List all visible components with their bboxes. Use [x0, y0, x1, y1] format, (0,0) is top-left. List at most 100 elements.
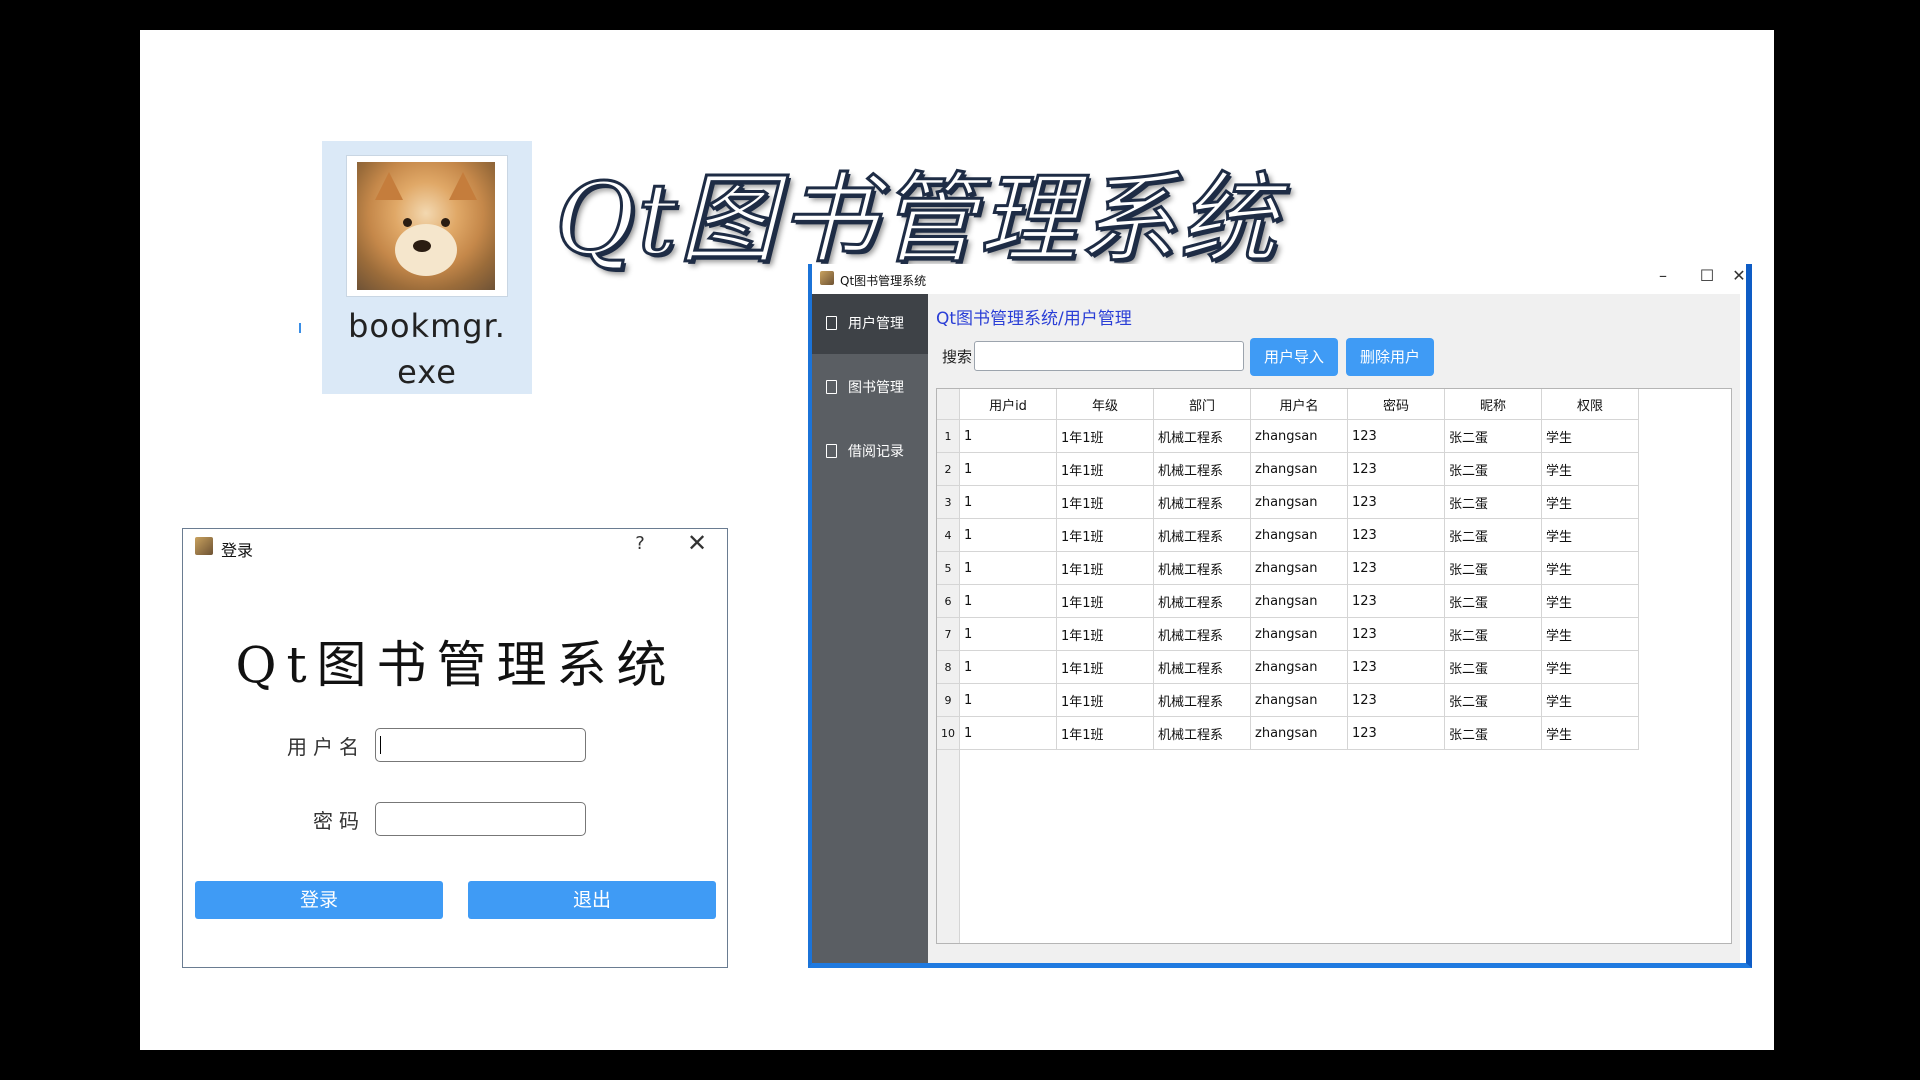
table-cell[interactable]: 张二蛋: [1444, 716, 1542, 750]
table-cell[interactable]: 张二蛋: [1444, 683, 1542, 717]
search-input[interactable]: [974, 341, 1244, 371]
table-cell[interactable]: 张二蛋: [1444, 485, 1542, 519]
table-row[interactable]: 6 1 1年1班 机械工程系 zhangsan 123 张二蛋 学生: [937, 584, 1639, 618]
table-cell[interactable]: 机械工程系: [1153, 584, 1251, 618]
sidebar-item-borrow-records[interactable]: 借阅记录: [812, 422, 928, 482]
table-cell[interactable]: 机械工程系: [1153, 419, 1251, 453]
table-cell[interactable]: 机械工程系: [1153, 617, 1251, 651]
table-cell[interactable]: 张二蛋: [1444, 518, 1542, 552]
table-cell[interactable]: 学生: [1541, 485, 1639, 519]
table-cell[interactable]: 123: [1347, 584, 1445, 618]
table-cell[interactable]: 学生: [1541, 683, 1639, 717]
table-cell[interactable]: 1: [959, 683, 1057, 717]
desktop-exe-icon[interactable]: bookmgr. exe: [322, 141, 532, 394]
table-cell[interactable]: 1年1班: [1056, 716, 1154, 750]
exit-button[interactable]: 退出: [468, 881, 716, 919]
table-cell[interactable]: 学生: [1541, 617, 1639, 651]
table-cell[interactable]: zhangsan: [1250, 683, 1348, 717]
table-cell[interactable]: 张二蛋: [1444, 584, 1542, 618]
table-cell[interactable]: 机械工程系: [1153, 683, 1251, 717]
table-cell[interactable]: 张二蛋: [1444, 650, 1542, 684]
table-cell[interactable]: 123: [1347, 617, 1445, 651]
column-header[interactable]: 昵称: [1444, 389, 1542, 420]
sidebar-item-user-management[interactable]: 用户管理: [812, 294, 928, 354]
table-cell[interactable]: zhangsan: [1250, 650, 1348, 684]
import-users-button[interactable]: 用户导入: [1250, 338, 1338, 376]
table-cell[interactable]: 123: [1347, 485, 1445, 519]
table-cell[interactable]: 123: [1347, 518, 1445, 552]
table-cell[interactable]: zhangsan: [1250, 419, 1348, 453]
table-cell[interactable]: 1: [959, 419, 1057, 453]
table-cell[interactable]: 张二蛋: [1444, 617, 1542, 651]
table-cell[interactable]: zhangsan: [1250, 485, 1348, 519]
table-row[interactable]: 1 1 1年1班 机械工程系 zhangsan 123 张二蛋 学生: [937, 419, 1639, 453]
password-input[interactable]: [375, 802, 586, 836]
table-cell[interactable]: 1年1班: [1056, 452, 1154, 486]
table-cell[interactable]: 1年1班: [1056, 419, 1154, 453]
table-cell[interactable]: 123: [1347, 650, 1445, 684]
table-cell[interactable]: 机械工程系: [1153, 551, 1251, 585]
table-cell[interactable]: 学生: [1541, 650, 1639, 684]
table-cell[interactable]: zhangsan: [1250, 452, 1348, 486]
table-cell[interactable]: 机械工程系: [1153, 485, 1251, 519]
table-cell[interactable]: 1: [959, 485, 1057, 519]
maximize-button[interactable]: ☐: [1694, 266, 1720, 285]
table-cell[interactable]: zhangsan: [1250, 617, 1348, 651]
table-cell[interactable]: 1年1班: [1056, 518, 1154, 552]
table-row[interactable]: 5 1 1年1班 机械工程系 zhangsan 123 张二蛋 学生: [937, 551, 1639, 585]
table-cell[interactable]: zhangsan: [1250, 584, 1348, 618]
table-cell[interactable]: 机械工程系: [1153, 650, 1251, 684]
table-cell[interactable]: 123: [1347, 419, 1445, 453]
close-button[interactable]: ✕: [1726, 266, 1752, 285]
login-button[interactable]: 登录: [195, 881, 443, 919]
table-cell[interactable]: 1年1班: [1056, 485, 1154, 519]
table-cell[interactable]: 1: [959, 452, 1057, 486]
table-cell[interactable]: 1: [959, 551, 1057, 585]
username-input[interactable]: [375, 728, 586, 762]
table-row[interactable]: 9 1 1年1班 机械工程系 zhangsan 123 张二蛋 学生: [937, 683, 1639, 717]
table-cell[interactable]: 1年1班: [1056, 551, 1154, 585]
table-cell[interactable]: 1: [959, 650, 1057, 684]
table-cell[interactable]: 学生: [1541, 716, 1639, 750]
help-button[interactable]: ?: [630, 533, 650, 554]
table-cell[interactable]: 张二蛋: [1444, 419, 1542, 453]
delete-user-button[interactable]: 删除用户: [1346, 338, 1434, 376]
table-cell[interactable]: zhangsan: [1250, 551, 1348, 585]
table-row[interactable]: 10 1 1年1班 机械工程系 zhangsan 123 张二蛋 学生: [937, 716, 1639, 750]
table-cell[interactable]: 1: [959, 617, 1057, 651]
table-row[interactable]: 2 1 1年1班 机械工程系 zhangsan 123 张二蛋 学生: [937, 452, 1639, 486]
table-cell[interactable]: 123: [1347, 551, 1445, 585]
table-cell[interactable]: 1年1班: [1056, 617, 1154, 651]
column-header[interactable]: 密码: [1347, 389, 1445, 420]
table-cell[interactable]: 学生: [1541, 584, 1639, 618]
table-cell[interactable]: 1年1班: [1056, 650, 1154, 684]
table-cell[interactable]: 机械工程系: [1153, 518, 1251, 552]
table-cell[interactable]: zhangsan: [1250, 716, 1348, 750]
table-row[interactable]: 3 1 1年1班 机械工程系 zhangsan 123 张二蛋 学生: [937, 485, 1639, 519]
table-cell[interactable]: 学生: [1541, 452, 1639, 486]
table-cell[interactable]: 123: [1347, 716, 1445, 750]
table-row[interactable]: 7 1 1年1班 机械工程系 zhangsan 123 张二蛋 学生: [937, 617, 1639, 651]
table-cell[interactable]: 张二蛋: [1444, 452, 1542, 486]
table-row[interactable]: 8 1 1年1班 机械工程系 zhangsan 123 张二蛋 学生: [937, 650, 1639, 684]
table-cell[interactable]: 学生: [1541, 419, 1639, 453]
column-header[interactable]: 权限: [1541, 389, 1639, 420]
table-cell[interactable]: 学生: [1541, 518, 1639, 552]
column-header[interactable]: 年级: [1056, 389, 1154, 420]
table-cell[interactable]: 1: [959, 584, 1057, 618]
column-header[interactable]: 部门: [1153, 389, 1251, 420]
table-cell[interactable]: 机械工程系: [1153, 452, 1251, 486]
close-button[interactable]: ✕: [685, 529, 709, 557]
minimize-button[interactable]: –: [1650, 266, 1676, 285]
table-cell[interactable]: 123: [1347, 683, 1445, 717]
table-cell[interactable]: 1年1班: [1056, 683, 1154, 717]
table-row[interactable]: 4 1 1年1班 机械工程系 zhangsan 123 张二蛋 学生: [937, 518, 1639, 552]
column-header[interactable]: 用户id: [959, 389, 1057, 420]
table-cell[interactable]: 1年1班: [1056, 584, 1154, 618]
table-cell[interactable]: 张二蛋: [1444, 551, 1542, 585]
table-cell[interactable]: 1: [959, 518, 1057, 552]
table-cell[interactable]: 1: [959, 716, 1057, 750]
table-cell[interactable]: 机械工程系: [1153, 716, 1251, 750]
table-cell[interactable]: zhangsan: [1250, 518, 1348, 552]
column-header[interactable]: 用户名: [1250, 389, 1348, 420]
